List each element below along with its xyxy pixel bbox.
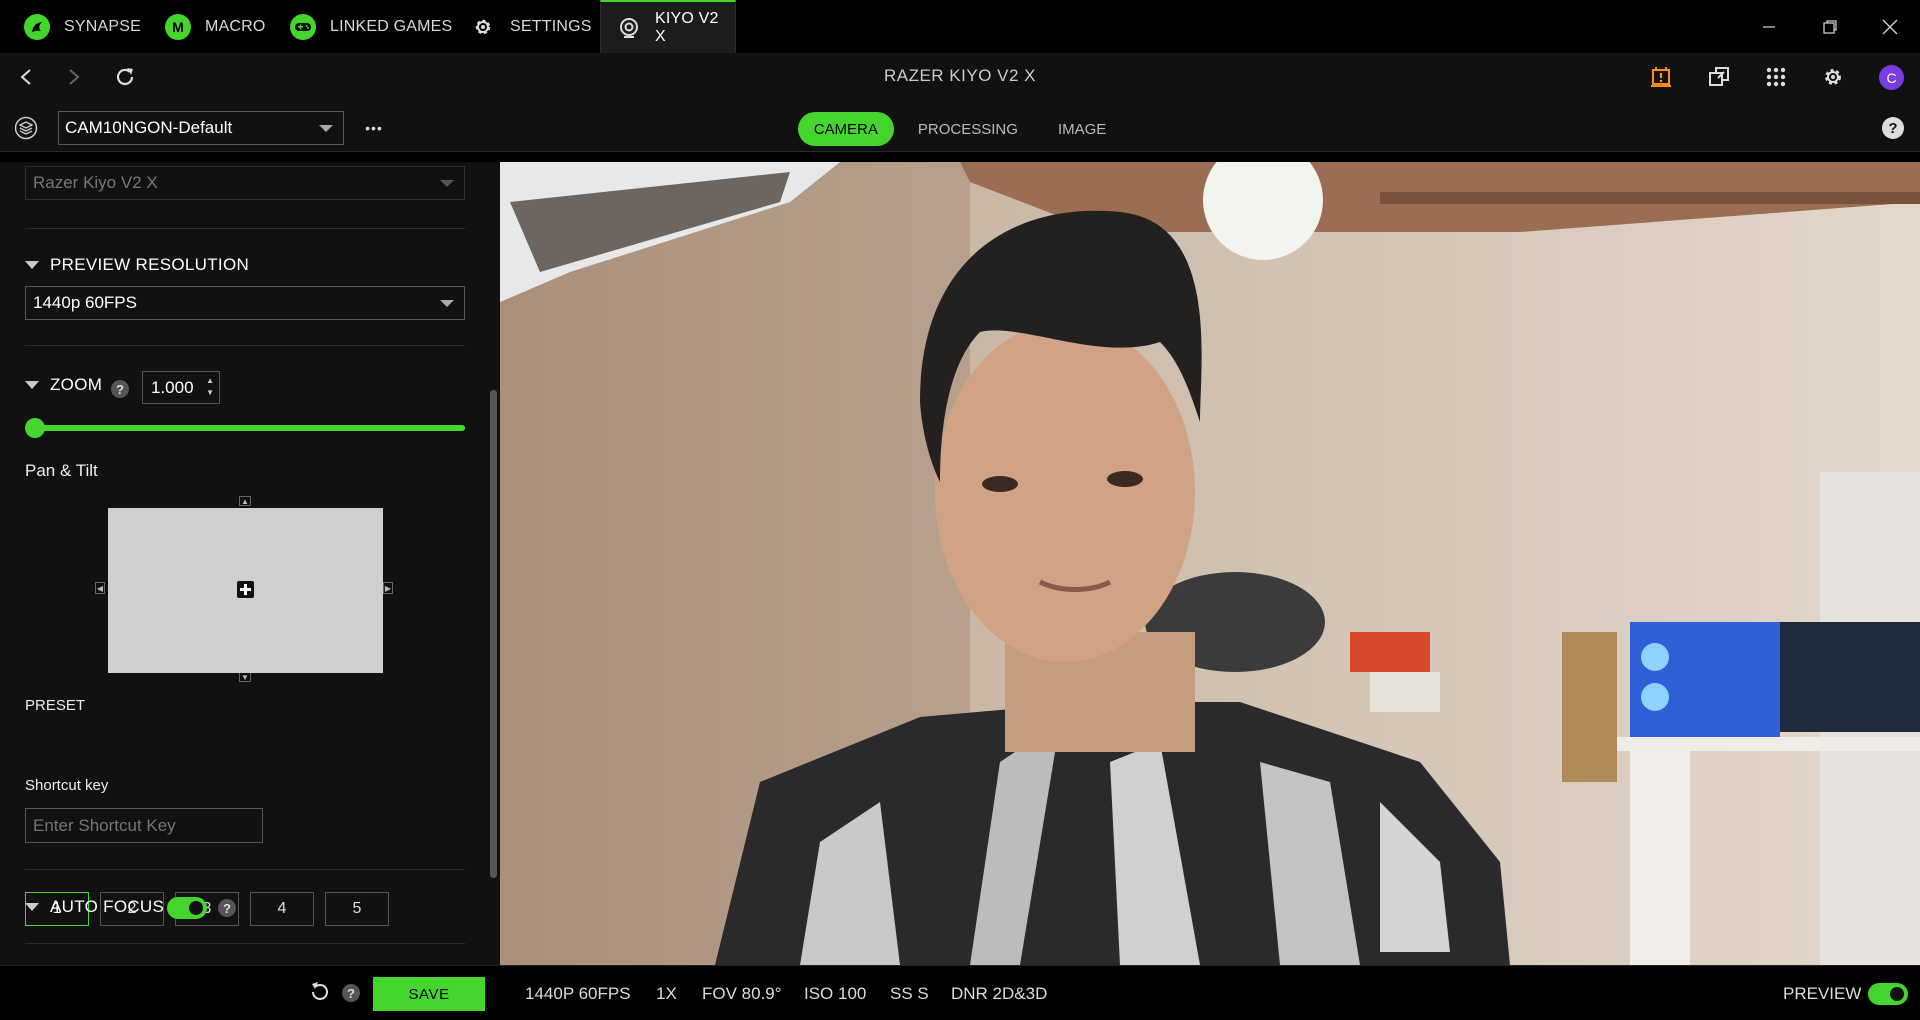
resolution-select[interactable]: 1440p 60FPS — [25, 286, 465, 320]
section-title: ZOOM — [50, 375, 103, 394]
pan-right-icon[interactable]: ▶ — [383, 582, 393, 594]
camera-feed-image — [500, 162, 1920, 965]
collapse-triangle-icon — [25, 903, 39, 911]
webcam-icon — [617, 15, 641, 41]
resolution-select-value: 1440p 60FPS — [33, 293, 137, 312]
app-tab-macro[interactable]: M MACRO — [165, 0, 266, 53]
divider — [25, 869, 465, 870]
avatar[interactable]: C — [1879, 65, 1904, 90]
app-tab-settings[interactable]: SETTINGS — [470, 0, 592, 53]
tilt-up-icon[interactable]: ▲ — [239, 496, 251, 506]
gear-icon[interactable] — [1820, 64, 1846, 90]
stat-fov: FOV 80.9° — [702, 984, 782, 1003]
preset-button-4[interactable]: 4 — [250, 892, 314, 926]
chevron-down-icon — [440, 180, 454, 187]
pan-left-icon[interactable]: ◀ — [95, 582, 105, 594]
zoom-header[interactable]: ZOOM — [25, 375, 102, 395]
sidebar-scroll-thumb[interactable] — [490, 390, 497, 878]
app-tab-label: SYNAPSE — [64, 17, 141, 35]
app-tab-synapse[interactable]: SYNAPSE — [24, 0, 141, 53]
reset-icon[interactable] — [308, 980, 332, 1004]
close-icon[interactable] — [1862, 0, 1918, 53]
save-button[interactable]: SAVE — [373, 977, 485, 1011]
section-title: PREVIEW RESOLUTION — [50, 255, 250, 274]
preset-label: PRESET — [25, 697, 86, 714]
zoom-slider-track[interactable] — [34, 425, 465, 431]
shortcut-label: Shortcut key — [25, 777, 109, 794]
collapse-triangle-icon — [25, 381, 39, 389]
preset-button-5[interactable]: 5 — [325, 892, 389, 926]
zoom-slider-fill — [34, 425, 465, 431]
apps-grid-icon[interactable] — [1763, 64, 1789, 90]
camera-preview — [500, 162, 1920, 965]
app-tab-kiyo[interactable]: KIYO V2 X — [600, 0, 736, 53]
divider — [25, 345, 465, 346]
alert-device-icon[interactable] — [1648, 64, 1674, 90]
stat-dnr: DNR 2D&3D — [951, 984, 1048, 1003]
stat-shutter: SS S — [890, 984, 929, 1003]
zoom-stepper[interactable]: 1.000 ▲ ▼ — [142, 371, 220, 404]
preview-toggle[interactable] — [1868, 983, 1908, 1005]
auto-focus-header[interactable]: AUTO FOCUS — [25, 897, 164, 917]
nav-bar: RAZER KIYO V2 X C CAM10NGON-Default ••• … — [0, 53, 1920, 152]
device-select-value: Razer Kiyo V2 X — [33, 173, 158, 192]
screen-switch-icon[interactable] — [1706, 64, 1732, 90]
tilt-down-icon[interactable]: ▼ — [239, 672, 251, 682]
stat-resolution: 1440P 60FPS — [525, 984, 631, 1003]
tab-image[interactable]: IMAGE — [1042, 112, 1122, 146]
gear-icon — [470, 14, 496, 40]
tab-processing[interactable]: PROCESSING — [902, 112, 1034, 146]
stat-zoom: 1X — [656, 984, 677, 1003]
nav-toolbar: RAZER KIYO V2 X C — [0, 53, 1920, 100]
macro-m-icon: M — [165, 13, 191, 40]
sidebar-scrollbar[interactable] — [490, 162, 497, 965]
divider — [25, 228, 465, 229]
app-tab-label: LINKED GAMES — [330, 17, 453, 35]
save-help-icon[interactable]: ? — [342, 984, 360, 1002]
divider — [25, 943, 465, 944]
zoom-help-icon[interactable]: ? — [111, 380, 129, 398]
move-crosshair-icon[interactable] — [237, 581, 254, 598]
app-tab-label: KIYO V2 X — [655, 9, 719, 45]
section-title: AUTO FOCUS — [50, 897, 165, 916]
zoom-value: 1.000 — [151, 377, 194, 397]
device-toolbar: CAM10NGON-Default ••• CAMERA PROCESSING … — [0, 100, 1920, 152]
stepper-arrows-icon[interactable]: ▲ ▼ — [206, 375, 214, 399]
page-title: RAZER KIYO V2 X — [883, 66, 1037, 85]
app-tab-linked-games[interactable]: LINKED GAMES — [290, 0, 452, 53]
device-tabs: CAMERA PROCESSING IMAGE — [0, 112, 1920, 146]
preview-label: PREVIEW — [1783, 984, 1862, 1003]
device-select[interactable]: Razer Kiyo V2 X — [25, 166, 465, 200]
help-icon[interactable]: ? — [1882, 117, 1904, 139]
pan-tilt-label: Pan & Tilt — [25, 461, 98, 480]
razer-snake-icon — [24, 13, 50, 40]
auto-focus-toggle[interactable] — [167, 897, 207, 919]
app-tab-label: MACRO — [205, 17, 266, 35]
pan-tilt-pad[interactable] — [108, 508, 383, 673]
collapse-triangle-icon — [25, 261, 39, 269]
stat-iso: ISO 100 — [804, 984, 867, 1003]
title-bar: SYNAPSE M MACRO LINKED GAMES SETTINGS KI… — [0, 0, 1920, 53]
restore-icon[interactable] — [1802, 0, 1858, 53]
app-tab-label: SETTINGS — [510, 17, 592, 35]
preview-resolution-header[interactable]: PREVIEW RESOLUTION — [25, 255, 249, 275]
bottom-bar: ? SAVE 1440P 60FPS 1X FOV 80.9° ISO 100 … — [0, 965, 1920, 1020]
shortcut-key-input[interactable] — [25, 808, 263, 843]
chevron-down-icon — [440, 300, 454, 307]
settings-sidebar: Razer Kiyo V2 X PREVIEW RESOLUTION 1440p… — [0, 162, 500, 965]
minimize-icon[interactable] — [1741, 0, 1797, 53]
tab-camera[interactable]: CAMERA — [797, 112, 894, 146]
gamepad-icon — [290, 13, 316, 40]
auto-focus-help-icon[interactable]: ? — [218, 899, 236, 917]
zoom-slider-handle[interactable] — [25, 418, 45, 438]
